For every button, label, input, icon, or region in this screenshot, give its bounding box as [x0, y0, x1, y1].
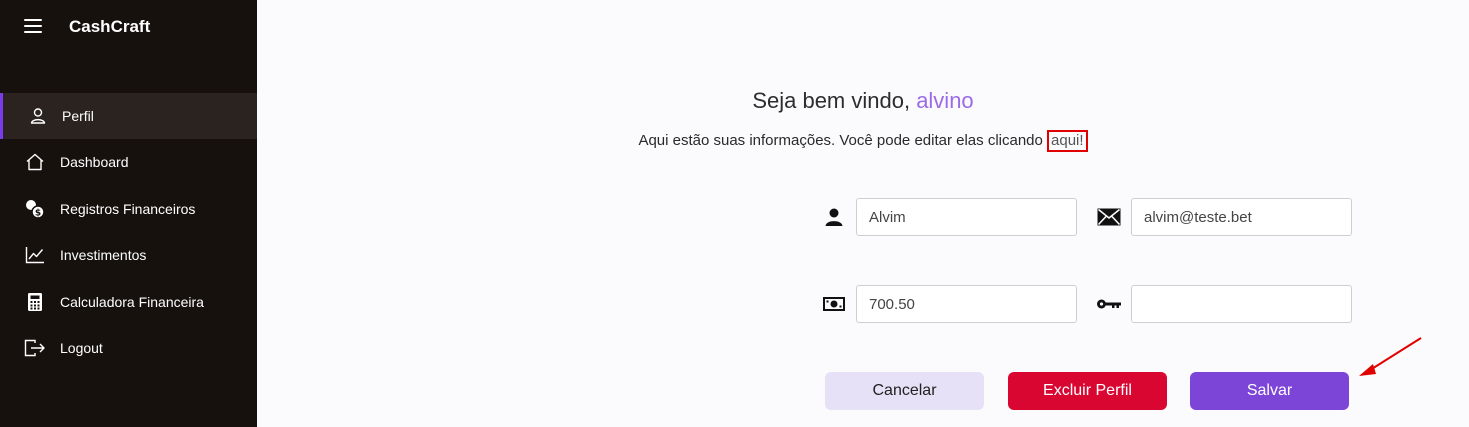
logout-icon	[24, 337, 46, 359]
sidebar-item-dashboard[interactable]: Dashboard	[0, 139, 257, 185]
save-button[interactable]: Salvar	[1190, 372, 1349, 410]
svg-text:$: $	[35, 209, 41, 219]
delete-profile-button[interactable]: Excluir Perfil	[1008, 372, 1167, 410]
person-icon	[821, 206, 847, 228]
sidebar-item-label: Calculadora Financeira	[60, 294, 204, 310]
sidebar-item-label: Perfil	[62, 108, 94, 124]
money-icon	[821, 293, 847, 315]
user-icon	[27, 105, 49, 127]
sidebar-item-logout[interactable]: Logout	[0, 325, 257, 371]
home-icon	[24, 151, 46, 173]
sidebar-item-label: Logout	[60, 340, 103, 356]
sidebar-item-perfil[interactable]: Perfil	[0, 93, 257, 139]
welcome-user-name: alvino	[916, 88, 974, 113]
sidebar-item-label: Dashboard	[60, 154, 129, 170]
calculator-icon	[24, 291, 46, 313]
key-icon	[1096, 293, 1122, 315]
edit-profile-link[interactable]: aqui!	[1047, 130, 1088, 152]
coins-icon: $	[24, 198, 46, 220]
sidebar-item-investimentos[interactable]: Investimentos	[0, 232, 257, 278]
sidebar-item-label: Investimentos	[60, 247, 147, 263]
cancel-button[interactable]: Cancelar	[825, 372, 984, 410]
chart-line-icon	[24, 244, 46, 266]
app-brand: CashCraft	[69, 17, 151, 36]
subtitle-text: Aqui estão suas informações. Você pode e…	[638, 132, 1048, 149]
page-subtitle: Aqui estão suas informações. Você pode e…	[257, 130, 1469, 152]
page-title: Seja bem vindo, alvino	[257, 88, 1469, 114]
sidebar: CashCraft Perfil Dashboard $ Registros F…	[0, 0, 257, 427]
balance-field[interactable]	[856, 285, 1077, 323]
password-field[interactable]	[1131, 285, 1352, 323]
welcome-prefix: Seja bem vindo,	[752, 88, 917, 113]
email-field[interactable]	[1131, 198, 1352, 236]
envelope-icon	[1096, 206, 1122, 228]
sidebar-item-label: Registros Financeiros	[60, 201, 196, 217]
sidebar-header: CashCraft	[0, 0, 257, 54]
sidebar-item-registros-financeiros[interactable]: $ Registros Financeiros	[0, 186, 257, 232]
name-field[interactable]	[856, 198, 1077, 236]
annotation-arrow-icon	[1359, 337, 1422, 376]
sidebar-item-calculadora-financeira[interactable]: Calculadora Financeira	[0, 279, 257, 325]
menu-icon[interactable]	[24, 19, 42, 33]
